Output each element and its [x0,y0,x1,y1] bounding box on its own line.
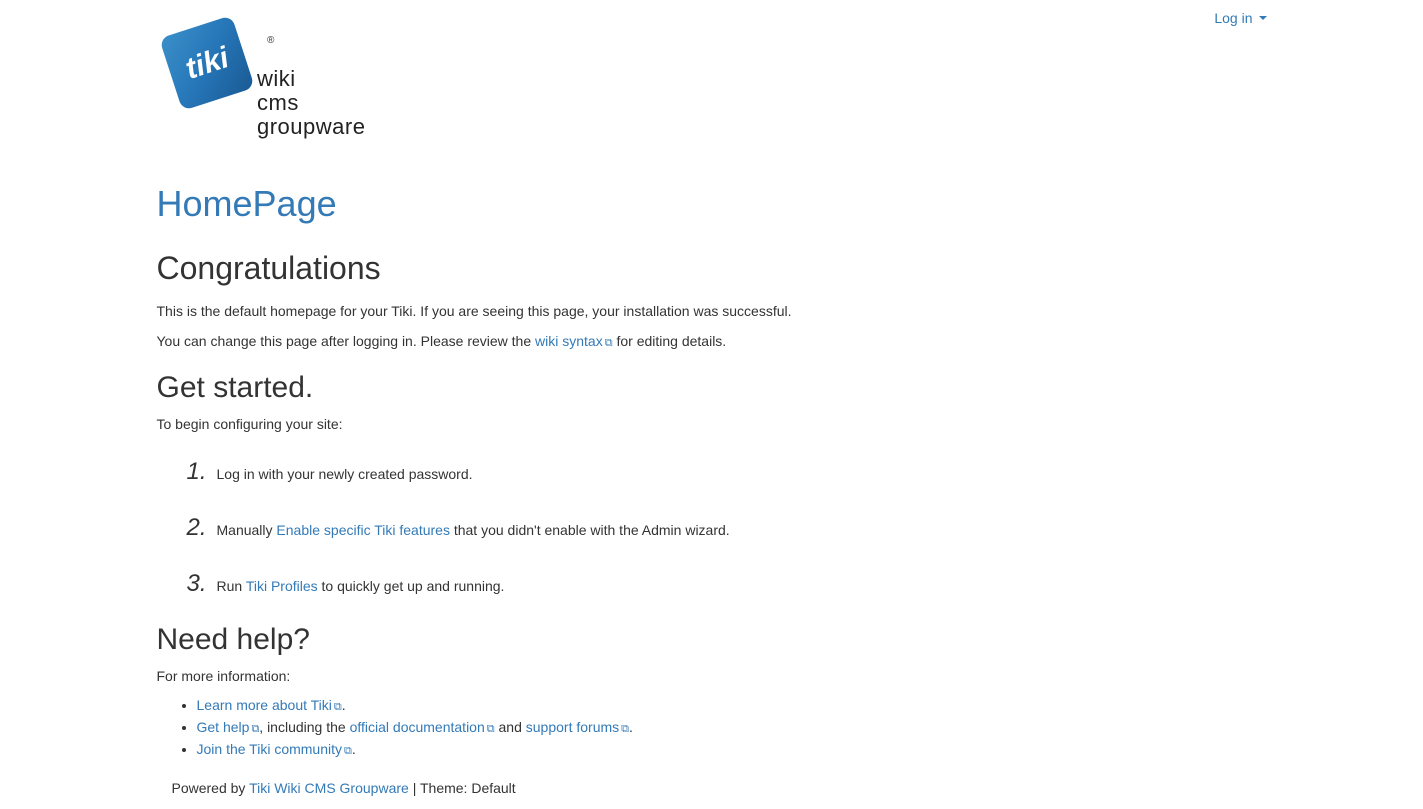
svg-text:wiki: wiki [256,66,296,91]
step-item: Run Tiki Profiles to quickly get up and … [187,567,1267,597]
help-item: Learn more about Tiki⧉. [197,696,1267,716]
svg-text:cms: cms [257,90,299,115]
getstarted-heading: Get started. [157,371,1267,405]
official-docs-link[interactable]: official documentation⧉ [350,719,495,735]
login-label: Log in [1214,10,1252,26]
site-logo[interactable]: tiki ® wiki cms groupware [157,0,1267,153]
wiki-syntax-link[interactable]: wiki syntax⧉ [535,333,613,349]
text-fragment: . [629,719,633,735]
help-item: Join the Tiki community⧉. [197,740,1267,760]
text-fragment: for editing details. [613,333,727,349]
main-content: Congratulations This is the default home… [157,250,1267,799]
tiki-groupware-link[interactable]: Tiki Wiki CMS Groupware [249,780,409,796]
congrats-text-1: This is the default homepage for your Ti… [157,302,1267,322]
get-help-link[interactable]: Get help⧉ [197,719,260,735]
help-item: Get help⧉, including the official docume… [197,718,1267,738]
text-fragment: and [495,719,526,735]
login-dropdown[interactable]: Log in [1214,10,1266,26]
step-item: Manually Enable specific Tiki features t… [187,511,1267,541]
footer-line: Powered by Tiki Wiki CMS Groupware | The… [157,779,1267,799]
getstarted-intro: To begin configuring your site: [157,415,1267,435]
congrats-heading: Congratulations [157,250,1267,287]
text-fragment: . [342,697,346,713]
help-list: Learn more about Tiki⧉. Get help⧉, inclu… [197,696,1267,759]
tiki-logo-icon: tiki ® wiki cms groupware [157,8,407,143]
page-title: HomePage [157,183,1267,225]
join-community-link[interactable]: Join the Tiki community⧉ [197,741,352,757]
support-forums-link[interactable]: support forums⧉ [526,719,629,735]
congrats-text-2: You can change this page after logging i… [157,332,1267,352]
text-fragment: to quickly get up and running. [318,578,505,594]
text-fragment: Powered by [172,780,250,796]
text-fragment: Manually [217,522,277,538]
text-fragment: that you didn't enable with the Admin wi… [450,522,730,538]
theme-text: | Theme: Default [409,780,516,796]
enable-features-link[interactable]: Enable specific Tiki features [276,522,450,538]
text-fragment: , including the [259,719,349,735]
text-fragment: . [352,741,356,757]
svg-text:®: ® [267,35,275,46]
svg-text:groupware: groupware [257,114,365,139]
external-link-icon: ⧉ [344,744,352,759]
step-item: Log in with your newly created password. [187,455,1267,485]
external-link-icon: ⧉ [334,700,342,715]
external-link-icon: ⧉ [487,722,495,737]
text-fragment: You can change this page after logging i… [157,333,536,349]
learn-more-link[interactable]: Learn more about Tiki⧉ [197,697,342,713]
chevron-down-icon [1259,16,1267,20]
help-intro: For more information: [157,667,1267,687]
step-text: Log in with your newly created password. [217,465,473,485]
getstarted-steps: Log in with your newly created password.… [187,455,1267,597]
tiki-profiles-link[interactable]: Tiki Profiles [246,578,318,594]
external-link-icon: ⧉ [621,722,629,737]
help-heading: Need help? [157,623,1267,657]
external-link-icon: ⧉ [605,336,613,351]
text-fragment: Run [217,578,246,594]
